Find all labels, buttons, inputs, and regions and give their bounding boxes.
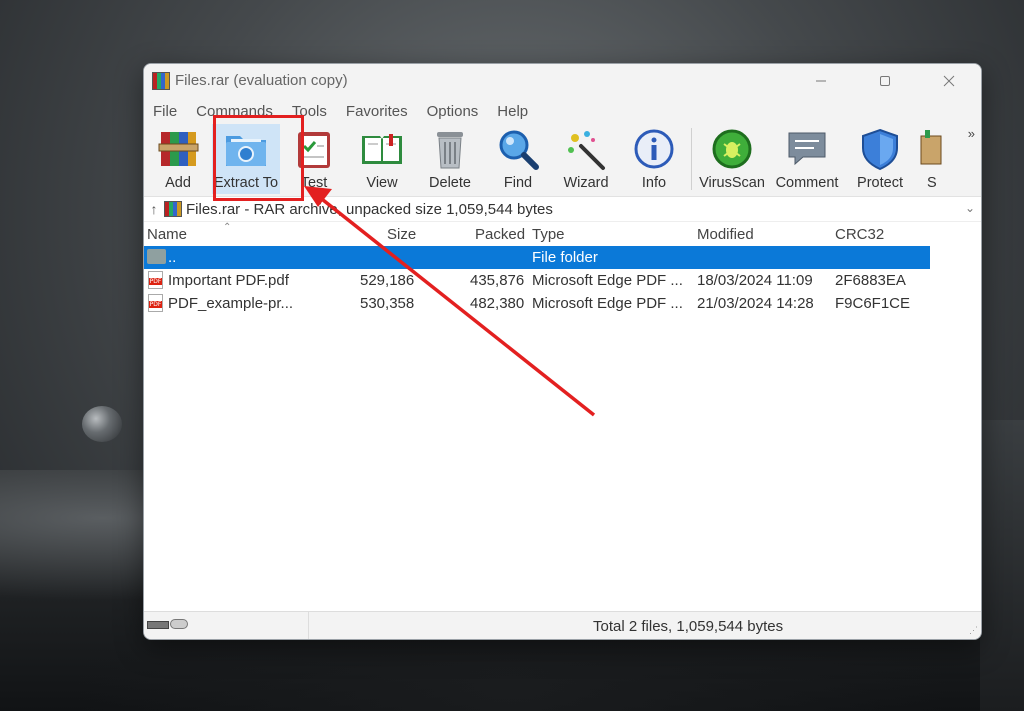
row-crc32: F9C6F1CE (835, 295, 911, 312)
row-type: Microsoft Edge PDF ... (532, 272, 683, 289)
background-bubble (82, 406, 122, 442)
close-icon (943, 75, 955, 87)
table-row[interactable]: PDF Important PDF.pdf 529,186 435,876 Mi… (144, 269, 981, 292)
menu-favorites[interactable]: Favorites (346, 103, 408, 120)
window-title: Files.rar (evaluation copy) (175, 72, 348, 89)
view-label: View (366, 175, 398, 191)
row-name: Important PDF.pdf (168, 272, 289, 289)
drive-icon[interactable] (147, 621, 169, 629)
row-modified: 18/03/2024 11:09 (697, 272, 813, 289)
row-packed: 435,876 (470, 272, 525, 289)
sfx-icon (920, 130, 942, 165)
close-button[interactable] (917, 64, 981, 98)
column-packed[interactable]: Packed (475, 226, 525, 243)
status-icons (144, 612, 309, 639)
wizard-button[interactable]: Wizard (552, 124, 620, 194)
maximize-icon (880, 76, 890, 86)
file-list[interactable]: Name ⌃ Size Packed Type Modified CRC32 .… (144, 222, 981, 606)
toolbar-separator (691, 128, 692, 190)
status-bar: Total 2 files, 1,059,544 bytes ⋰ (144, 611, 981, 639)
view-button[interactable]: View (348, 124, 416, 194)
toolbar-overflow-button[interactable]: » (968, 126, 975, 141)
column-size[interactable]: Size (387, 226, 416, 243)
column-type[interactable]: Type (532, 226, 565, 243)
trash-icon (437, 132, 463, 169)
delete-label: Delete (429, 175, 471, 191)
archive-path: Files.rar - RAR archive, unpacked size 1… (186, 200, 553, 218)
folder-icon (147, 249, 166, 264)
row-size: 530,358 (360, 295, 415, 312)
shield-icon (862, 128, 898, 171)
row-name: .. (168, 249, 177, 266)
info-icon (634, 129, 674, 169)
column-name[interactable]: Name (147, 226, 187, 243)
maximize-button[interactable] (853, 64, 917, 98)
winrar-app-icon (152, 72, 170, 90)
resize-grip-icon[interactable]: ⋰ (969, 625, 978, 636)
find-label: Find (503, 175, 533, 191)
comment-button[interactable]: Comment (769, 124, 845, 194)
key-icon[interactable] (170, 619, 188, 629)
minimize-button[interactable] (789, 64, 853, 98)
background-rocks-right (980, 420, 1024, 711)
row-size: 529,186 (360, 272, 415, 289)
virusscan-label: VirusScan (699, 175, 765, 191)
row-type: Microsoft Edge PDF ... (532, 295, 683, 312)
menu-file[interactable]: File (153, 103, 177, 120)
protect-button[interactable]: Protect (845, 124, 915, 194)
table-row[interactable]: PDF PDF_example-pr... 530,358 482,380 Mi… (144, 292, 981, 315)
highlight-box (213, 115, 304, 201)
row-packed: 482,380 (470, 295, 525, 312)
sort-ascending-icon: ⌃ (223, 222, 232, 233)
test-label: Test (300, 175, 328, 191)
view-book-icon (362, 134, 402, 164)
comment-icon (788, 132, 826, 166)
pdf-badge: PDF (149, 301, 162, 308)
pdf-file-icon: PDF (148, 271, 163, 289)
column-modified[interactable]: Modified (697, 226, 754, 243)
archive-icon (164, 201, 182, 217)
pdf-file-icon: PDF (148, 294, 163, 312)
status-total: Total 2 files, 1,059,544 bytes (593, 618, 784, 635)
sfx-button[interactable]: S (915, 124, 945, 194)
add-archive-icon (158, 132, 199, 166)
sfx-label: S (927, 175, 937, 191)
row-crc32: 2F6883EA (835, 272, 906, 289)
magnifier-icon (499, 130, 539, 170)
row-modified: 21/03/2024 14:28 (697, 295, 814, 312)
virus-icon (712, 129, 752, 169)
chevron-down-icon[interactable]: ⌄ (965, 201, 975, 215)
menu-options[interactable]: Options (427, 103, 479, 120)
title-bar[interactable]: Files.rar (evaluation copy) (144, 64, 981, 98)
protect-label: Protect (857, 175, 903, 191)
minimize-icon (816, 80, 826, 82)
delete-button[interactable]: Delete (416, 124, 484, 194)
row-name: PDF_example-pr... (168, 295, 294, 312)
add-button[interactable]: Add (144, 124, 212, 194)
add-label: Add (165, 175, 191, 191)
pdf-badge: PDF (149, 278, 162, 285)
list-header: Name ⌃ Size Packed Type Modified CRC32 (144, 222, 981, 246)
info-label: Info (641, 175, 667, 191)
info-button[interactable]: Info (620, 124, 688, 194)
row-type: File folder (532, 249, 598, 266)
comment-label: Comment (775, 175, 839, 191)
up-one-level-button[interactable]: ↑ (144, 201, 164, 217)
table-row[interactable]: .. File folder (144, 246, 930, 269)
find-button[interactable]: Find (484, 124, 552, 194)
column-crc32[interactable]: CRC32 (835, 226, 884, 243)
wizard-label: Wizard (563, 175, 609, 191)
magic-wand-icon (568, 131, 605, 170)
virusscan-button[interactable]: VirusScan (695, 124, 769, 194)
menu-help[interactable]: Help (497, 103, 528, 120)
